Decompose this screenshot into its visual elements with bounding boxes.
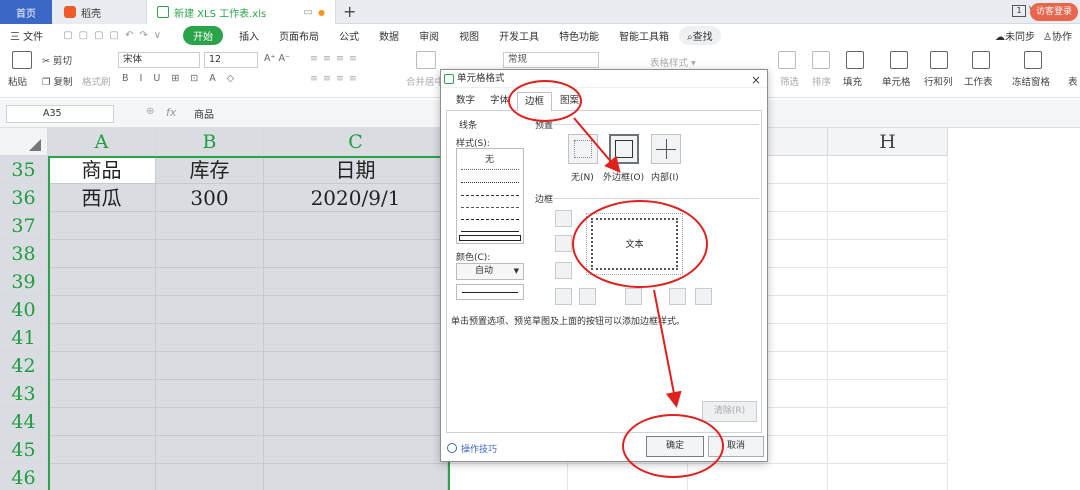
annotation-arrows [573,117,682,408]
tab-border[interactable]: 边框 [517,92,553,111]
